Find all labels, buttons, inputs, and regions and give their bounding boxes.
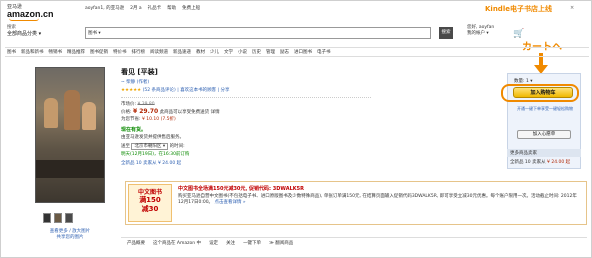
bottom-tab[interactable]: 关注	[226, 240, 235, 246]
review-count-link[interactable]: (52 条商品评论) | 喜欢这本书的顾客 | 分享	[143, 88, 230, 93]
logo-smile	[9, 18, 39, 21]
cover-figure	[82, 102, 96, 130]
promo-badge-title: 中文图书	[137, 189, 162, 196]
sellers-row[interactable]: 全新品 10 卖家从 ¥ 24.00 起	[507, 157, 581, 167]
one-click-link[interactable]: 开通一键下单享受一键轻松购物	[515, 106, 575, 111]
delivery-time: 明天(12月19日)，在16:30前订购	[121, 152, 190, 157]
bottom-tab[interactable]: 设定	[209, 240, 218, 246]
category-nav: 图书 新品和新书 畅销书 精品推荐 图书促销 特价书 排行榜 阅读频道 新品速递…	[5, 47, 589, 57]
promo-body: 购买亚马逊自营中文图书(不包括电子书、进口原版图书及少数特殊商品), 单张订单满…	[178, 194, 578, 206]
product-title: 看见 [平装]	[121, 68, 158, 76]
account-dropdown[interactable]: 我的帐户 ▾	[467, 31, 494, 37]
price-label: 价格:	[121, 110, 132, 115]
dept-value[interactable]: 全部商品分类 ▾	[7, 31, 41, 37]
page-frame: 亚马逊 amazon.cn aoyfan1, 的亚马逊 2月 a 礼品卡 帮助 …	[0, 0, 592, 258]
top-link[interactable]: 2月 a	[130, 5, 142, 11]
nav-item[interactable]: 文学	[224, 49, 233, 55]
stock-status: 现在有货。	[121, 127, 147, 133]
current-price: ¥ 29.70	[132, 108, 159, 115]
top-link[interactable]: aoyfan1, 的亚马逊	[85, 5, 124, 11]
thumbnail[interactable]	[65, 213, 73, 223]
shipping-note: 由亚马逊发货并提供售后服务。	[121, 135, 184, 140]
deliver-suffix: 的时间:	[169, 144, 185, 149]
account-menu[interactable]: 您好, aoyfan 我的帐户 ▾	[467, 25, 494, 37]
dept-selector[interactable]: 搜索 全部商品分类 ▾	[7, 24, 41, 37]
share-image-link[interactable]: 共享您的图片	[35, 235, 105, 241]
bottom-tab[interactable]: 一键下单	[243, 240, 261, 246]
cover-figure	[64, 90, 80, 130]
kindle-promo-link[interactable]: Kindle电子书店上线	[485, 4, 552, 14]
top-link[interactable]: 免费上船	[182, 5, 200, 11]
promo-headline: 中文图书全场满150元减30元, 促销代码: 3DWALK5R	[178, 186, 304, 192]
search-row: 搜索 全部商品分类 ▾ 图书 ▾ 搜索 您好, aoyfan 我的帐户 ▾ 🛒	[1, 23, 592, 45]
deliver-label: 送至	[121, 144, 130, 149]
nav-item[interactable]: 管理	[266, 49, 275, 55]
thumbnail[interactable]	[54, 213, 62, 223]
nav-item[interactable]: 精品推荐	[67, 49, 85, 55]
bottom-tab[interactable]: 这个商品在 Amazon 中	[153, 240, 201, 246]
close-icon[interactable]: ×	[570, 5, 574, 11]
nav-item[interactable]: 新品速递	[173, 49, 191, 55]
top-link[interactable]: 帮助	[167, 5, 176, 11]
delivery-location-select[interactable]: 北京市朝阳区 ▾	[131, 143, 169, 150]
thumbnail-strip	[43, 213, 73, 223]
promo-details-link[interactable]: 点击查看详情 »	[215, 200, 246, 205]
search-scope-dropdown[interactable]: 图书 ▾	[88, 30, 101, 36]
savings-amount: ¥ 10.10 (7.5折)	[141, 117, 176, 122]
top-links: aoyfan1, 的亚马逊 2月 a 礼品卡 帮助 免费上船	[85, 5, 200, 11]
bottom-tab-bar: 产品概要 这个商品在 Amazon 中 设定 关注 一键下单 ≫ 翻阅商品	[121, 237, 587, 247]
price-row: 价格: ¥ 29.70 此商品可以享受免费送货 详情	[121, 108, 371, 116]
bottom-tab[interactable]: ≫ 翻阅商品	[269, 240, 293, 246]
promo-badge-threshold: 满150	[139, 196, 161, 204]
amazon-logo[interactable]: 亚马逊 amazon.cn	[7, 4, 54, 21]
gallery-links: 查看更多 / 放大图片 共享您的图片	[35, 229, 105, 241]
star-rating-icon: ★★★★★	[121, 88, 142, 93]
savings-label: 为您节省:	[121, 117, 141, 122]
top-link[interactable]: 礼品卡	[148, 5, 162, 11]
delivery-row: 送至 北京市朝阳区 ▾ 的时间:	[121, 143, 371, 150]
nav-item[interactable]: 图书促销	[90, 49, 108, 55]
product-details: 看见 [平装] ~ 柴静 (作者) ★★★★★ (52 条商品评论) | 喜欢这…	[121, 67, 371, 166]
nav-item[interactable]: 励志	[280, 49, 289, 55]
nav-item[interactable]: 少儿	[210, 49, 219, 55]
bottom-tab[interactable]: 产品概要	[127, 240, 145, 246]
search-input[interactable]: 图书 ▾	[85, 27, 431, 39]
nav-item[interactable]: 教材	[196, 49, 205, 55]
other-sellers-link[interactable]: 全新品 10 卖家从 ¥ 24.00 起	[121, 160, 371, 166]
list-price-label: 市场价:	[121, 102, 137, 107]
nav-item[interactable]: 排行榜	[132, 49, 146, 55]
nav-item[interactable]: 小说	[238, 49, 247, 55]
search-button[interactable]: 搜索	[439, 27, 453, 39]
nav-item[interactable]: 历史	[252, 49, 261, 55]
list-price: ¥ 39.80	[137, 102, 155, 107]
sellers-text[interactable]: 全新品 10 卖家从	[510, 160, 546, 165]
add-to-cart-button[interactable]: 加入购物车	[513, 87, 573, 98]
nav-item[interactable]: 畅销书	[49, 49, 63, 55]
savings-row: 为您节省: ¥ 10.10 (7.5折)	[121, 116, 371, 123]
sellers-price: ¥ 24.00 起	[547, 160, 571, 165]
promo-badge: 中文图书 满150 减30	[128, 184, 172, 222]
cover-figure	[44, 98, 58, 128]
nav-item[interactable]: 图书	[7, 49, 16, 55]
add-to-wishlist-button[interactable]: 加入心愿单	[517, 130, 571, 139]
sellers-header: 更多商品卖家	[507, 149, 581, 157]
cover-band	[36, 160, 104, 178]
nav-item[interactable]: 阅读频道	[150, 49, 168, 55]
author-link[interactable]: ~ 柴静 (作者)	[121, 79, 371, 85]
thumbnail[interactable]	[43, 213, 51, 223]
nav-item[interactable]: 新品和新书	[21, 49, 44, 55]
more-sellers-box: 更多商品卖家 全新品 10 卖家从 ¥ 24.00 起	[507, 149, 581, 167]
price-block: 市场价: ¥ 39.80 价格: ¥ 29.70 此商品可以享受免费送货 详情 …	[121, 97, 371, 123]
free-shipping-note: 此商品可以享受免费送货 详情	[159, 110, 220, 115]
list-price-row: 市场价: ¥ 39.80	[121, 101, 371, 108]
dept-label: 搜索	[7, 25, 16, 30]
book-cover-image[interactable]	[35, 67, 105, 203]
rating-row: ★★★★★ (52 条商品评论) | 喜欢这本书的顾客 | 分享	[121, 87, 371, 93]
promo-banner: 中文图书 满150 减30 中文图书全场满150元减30元, 促销代码: 3DW…	[125, 181, 587, 225]
top-bar: 亚马逊 amazon.cn aoyfan1, 的亚马逊 2月 a 礼品卡 帮助 …	[1, 1, 592, 21]
nav-item[interactable]: 电子书	[317, 49, 331, 55]
promo-badge-discount: 减30	[141, 205, 159, 213]
nav-item[interactable]: 特价书	[113, 49, 127, 55]
nav-item[interactable]: 进口图书	[294, 49, 312, 55]
